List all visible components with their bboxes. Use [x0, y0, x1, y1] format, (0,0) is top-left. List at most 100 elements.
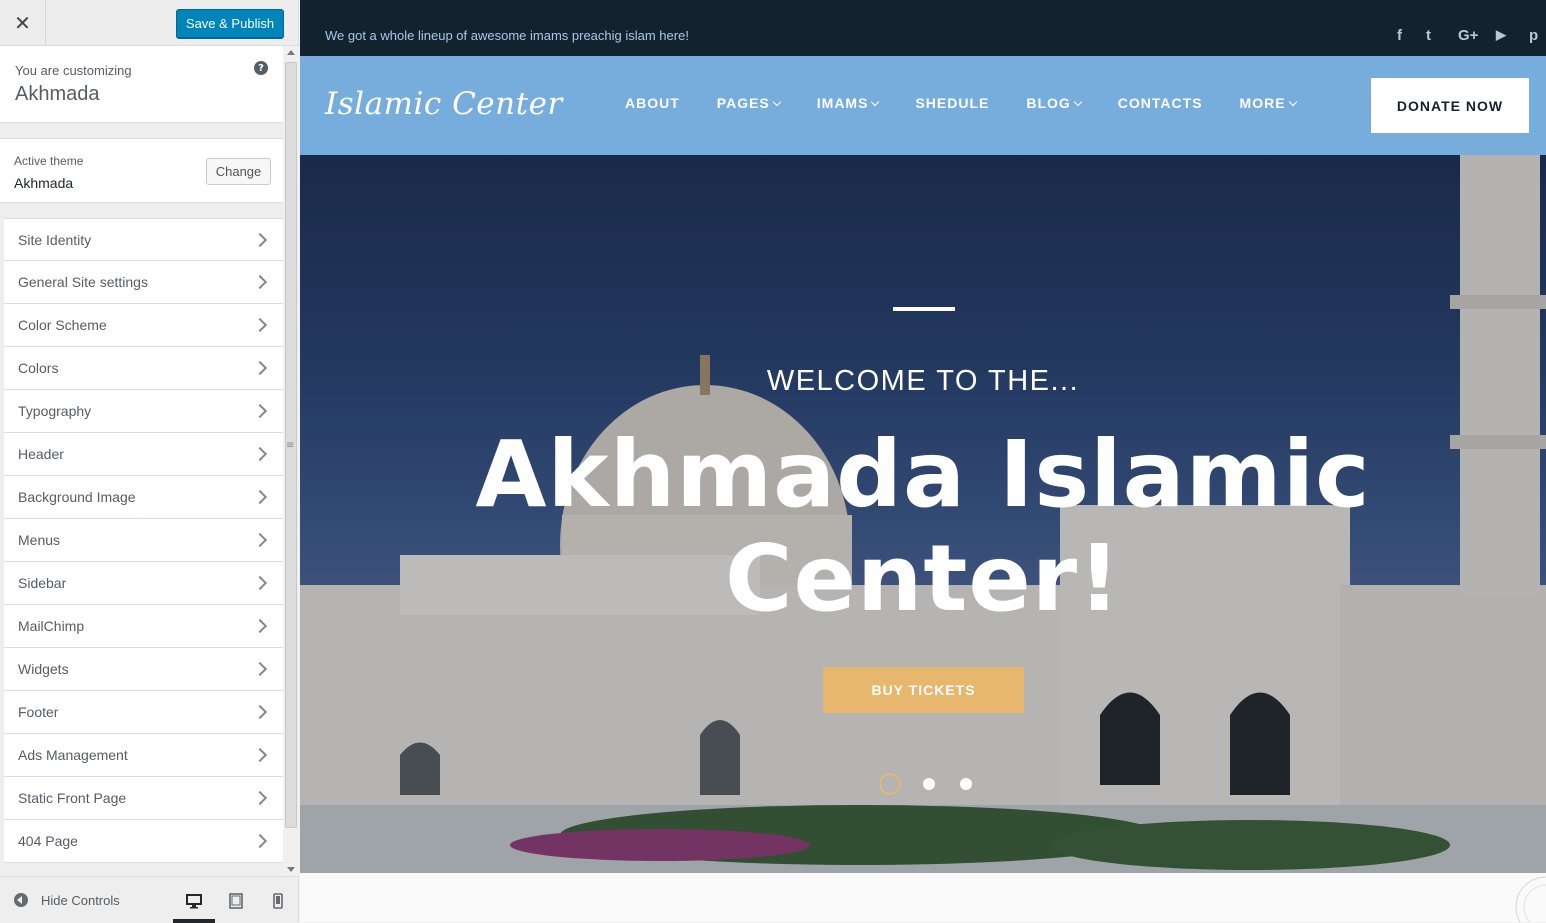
- section-404-page[interactable]: 404 Page: [4, 820, 283, 863]
- nav-item-imams[interactable]: IMAMS: [816, 95, 880, 111]
- site-preview: We got a whole lineup of awesome imams p…: [300, 0, 1546, 922]
- preview-desktop-button[interactable]: [173, 887, 215, 923]
- hide-controls-button[interactable]: Hide Controls: [41, 893, 120, 908]
- resize-grip-icon[interactable]: ≡: [286, 440, 294, 451]
- customizing-label: You are customizing: [15, 63, 132, 78]
- buy-tickets-button[interactable]: BUY TICKETS: [823, 667, 1024, 713]
- section-site-identity[interactable]: Site Identity: [4, 218, 283, 261]
- section-label: Footer: [18, 704, 59, 720]
- nav-item-blog[interactable]: BLOG: [1026, 95, 1083, 111]
- section-general-site-settings[interactable]: General Site settings: [4, 261, 283, 304]
- chevron-right-icon: [252, 532, 268, 548]
- section-menus[interactable]: Menus: [4, 519, 283, 562]
- section-footer[interactable]: Footer: [4, 691, 283, 734]
- section-label: MailChimp: [18, 618, 85, 634]
- section-color-scheme[interactable]: Color Scheme: [4, 304, 283, 347]
- section-colors[interactable]: Colors: [4, 347, 283, 390]
- slider-dot[interactable]: [923, 778, 935, 790]
- section-background-image[interactable]: Background Image: [4, 476, 283, 519]
- chevron-right-icon: [252, 618, 268, 634]
- nav-item-label: ABOUT: [625, 95, 680, 111]
- section-static-front-page[interactable]: Static Front Page: [4, 777, 283, 820]
- nav-item-shedule[interactable]: SHEDULE: [915, 95, 989, 111]
- desktop-icon: [186, 894, 202, 909]
- facebook-icon[interactable]: f: [1397, 27, 1402, 44]
- chevron-down-icon: [772, 97, 782, 107]
- collapse-icon[interactable]: [14, 893, 28, 907]
- section-label: Sidebar: [18, 575, 67, 591]
- chevron-right-icon: [252, 575, 268, 591]
- section-label: General Site settings: [18, 274, 148, 290]
- google-plus-icon[interactable]: G+: [1458, 27, 1478, 44]
- section-label: Static Front Page: [18, 790, 127, 806]
- customizer-scroll-area: You are customizing Akhmada ? Active the…: [0, 46, 283, 876]
- nav-item-pages[interactable]: PAGES: [717, 95, 782, 111]
- chevron-right-icon: [252, 274, 268, 290]
- hero-title: Akhmada Islamic Center!: [475, 421, 1371, 632]
- section-label: Typography: [18, 403, 92, 419]
- nav-item-label: BLOG: [1026, 95, 1071, 111]
- nav-item-more[interactable]: MORE: [1240, 95, 1297, 111]
- section-label: Background Image: [18, 489, 136, 505]
- hero-pretitle: WELCOME TO THE...: [766, 365, 1080, 397]
- nav-item-contacts[interactable]: CONTACTS: [1118, 95, 1203, 111]
- chevron-right-icon: [252, 704, 268, 720]
- next-section: [300, 873, 1546, 922]
- chevron-right-icon: [252, 747, 268, 763]
- chevron-right-icon: [252, 790, 268, 806]
- tablet-icon: [229, 893, 243, 909]
- hero-divider: [893, 307, 955, 311]
- chevron-down-icon: [871, 97, 880, 107]
- preview-mobile-button[interactable]: [257, 887, 299, 923]
- slider-dot[interactable]: [960, 778, 972, 790]
- chevron-right-icon: [252, 661, 268, 677]
- site-navbar: Islamic Center ABOUT PAGES IMAMS SHEDULE…: [300, 56, 1546, 155]
- mobile-icon: [273, 893, 283, 909]
- section-mailchimp[interactable]: MailChimp: [4, 605, 283, 648]
- section-widgets[interactable]: Widgets: [4, 648, 283, 691]
- chevron-down-icon: [1073, 97, 1083, 107]
- section-label: Menus: [18, 532, 61, 548]
- section-label: Widgets: [18, 661, 69, 677]
- nav-item-about[interactable]: ABOUT: [625, 95, 680, 111]
- nav-item-label: IMAMS: [816, 95, 869, 111]
- pinterest-icon[interactable]: p: [1529, 27, 1538, 44]
- scroll-up-arrow-icon[interactable]: [287, 50, 295, 55]
- section-sidebar[interactable]: Sidebar: [4, 562, 283, 605]
- preview-tablet-button[interactable]: [215, 887, 257, 923]
- hero-slider: WELCOME TO THE... Akhmada Islamic Center…: [300, 155, 1546, 873]
- section-header[interactable]: Header: [4, 433, 283, 476]
- section-label: 404 Page: [18, 833, 78, 849]
- section-label: Site Identity: [18, 232, 92, 248]
- slider-dot-active[interactable]: [879, 773, 901, 795]
- change-theme-button[interactable]: Change: [206, 158, 271, 185]
- site-name: Akhmada: [15, 83, 100, 105]
- nav-item-label: SHEDULE: [915, 95, 990, 111]
- chevron-right-icon: [252, 317, 268, 333]
- customizing-info: You are customizing Akhmada ?: [0, 46, 283, 123]
- main-nav: ABOUT PAGES IMAMS SHEDULE BLOG CONTACTS …: [625, 95, 1333, 111]
- chevron-right-icon: [252, 360, 268, 376]
- chevron-right-icon: [252, 446, 268, 462]
- customizer-sections-list: Site Identity General Site settings Colo…: [4, 218, 283, 863]
- customizer-scrollbar[interactable]: [283, 46, 299, 876]
- scroll-down-arrow-icon[interactable]: [287, 867, 295, 872]
- customizer-footer: Hide Controls: [0, 876, 299, 923]
- save-publish-button[interactable]: Save & Publish: [176, 9, 284, 38]
- section-ads-management[interactable]: Ads Management: [4, 734, 283, 777]
- section-label: Header: [18, 446, 64, 462]
- section-typography[interactable]: Typography: [4, 390, 283, 433]
- site-topbar: We got a whole lineup of awesome imams p…: [300, 0, 1546, 56]
- site-logo[interactable]: Islamic Center: [325, 86, 563, 122]
- active-theme-label: Active theme: [14, 154, 84, 168]
- help-icon[interactable]: ?: [254, 61, 268, 75]
- topbar-message: We got a whole lineup of awesome imams p…: [325, 28, 689, 43]
- chevron-right-icon: [252, 403, 268, 419]
- ornament-icon: [1515, 876, 1546, 922]
- donate-now-button[interactable]: DONATE NOW: [1371, 78, 1529, 133]
- youtube-icon[interactable]: ▶: [1496, 27, 1506, 43]
- twitter-icon[interactable]: t: [1426, 27, 1431, 44]
- close-icon[interactable]: ✕: [0, 0, 46, 45]
- nav-item-label: CONTACTS: [1117, 95, 1203, 111]
- chevron-down-icon: [1288, 97, 1297, 107]
